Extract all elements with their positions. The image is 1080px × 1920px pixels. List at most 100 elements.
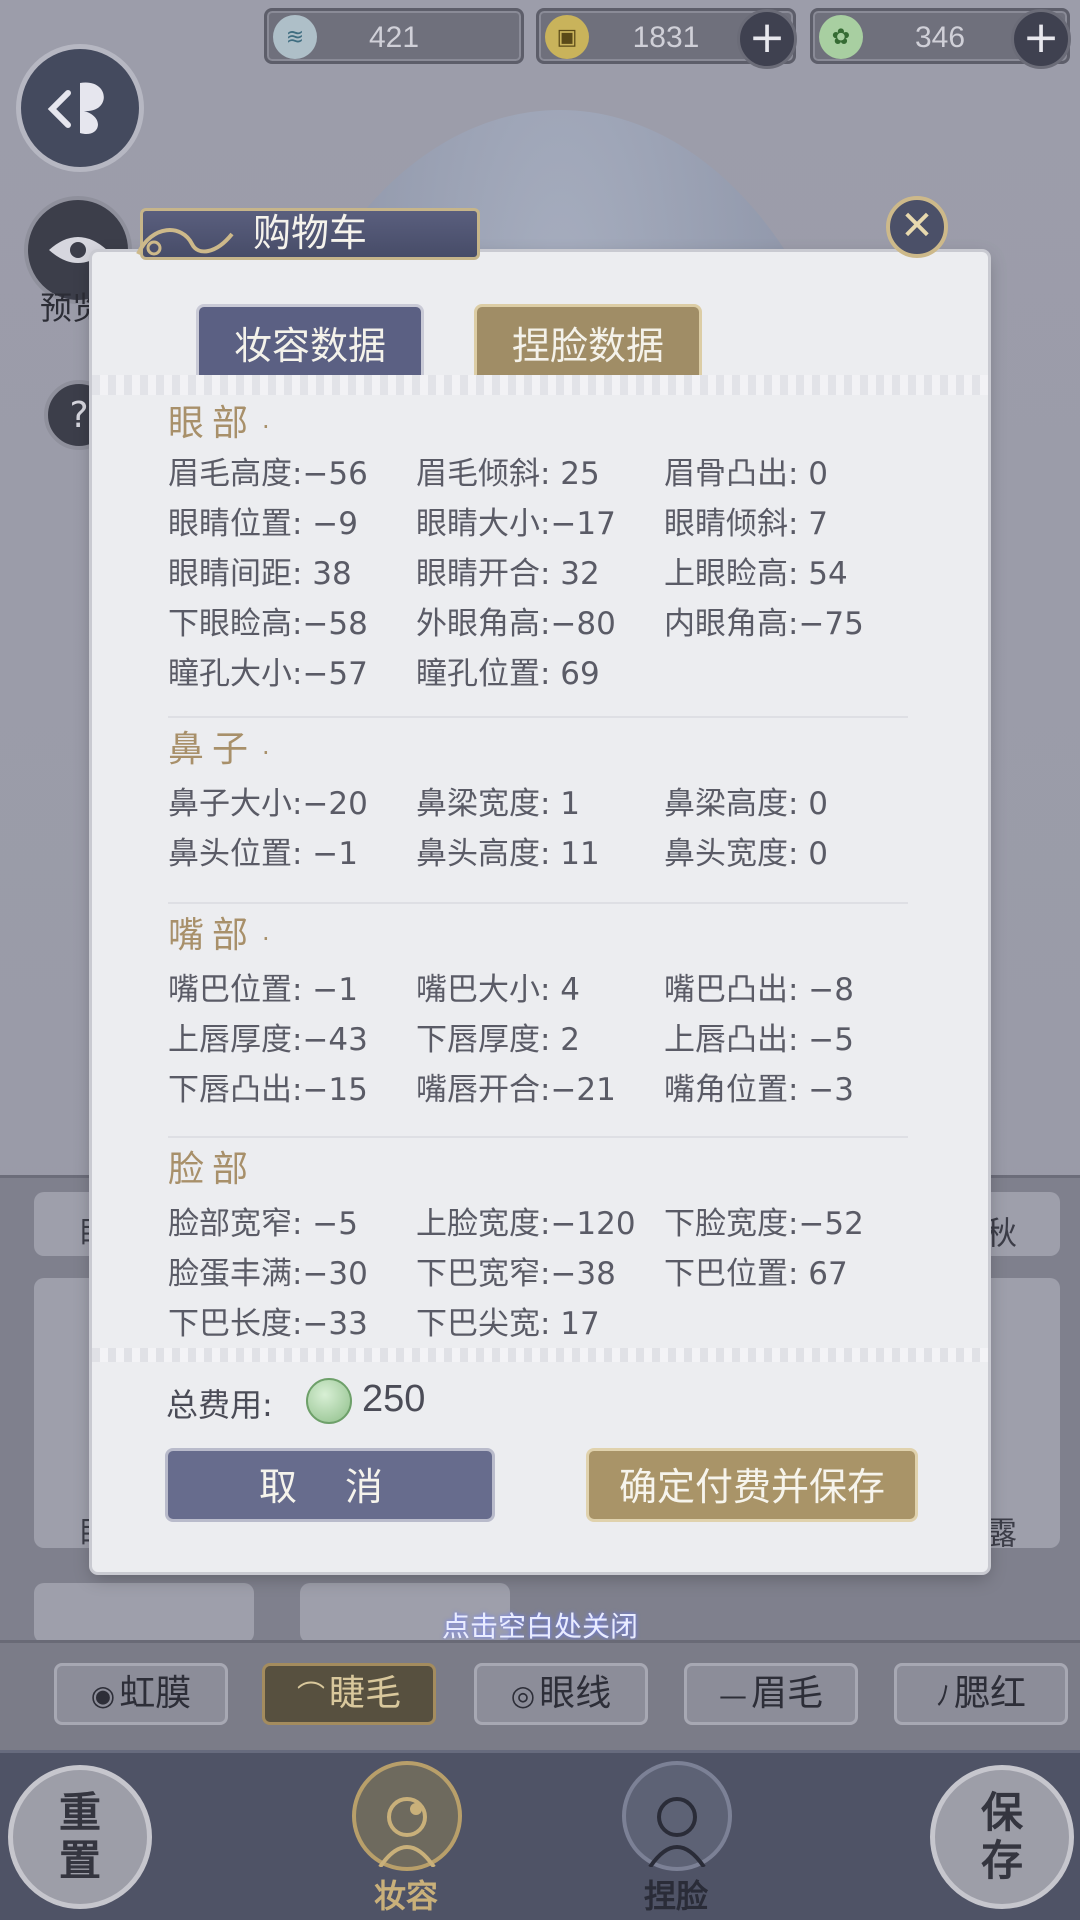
data-cell: 眼睛倾斜: 7: [664, 506, 829, 542]
data-cell: 眉骨凸出: 0: [664, 456, 829, 492]
save-button[interactable]: 保 存: [930, 1765, 1074, 1909]
category-label: 睫毛: [329, 1673, 402, 1714]
reset-label-2: 置: [58, 1836, 101, 1885]
eyelash-icon: ⌒: [296, 1679, 325, 1712]
data-row: 瞳孔大小:−57 瞳孔位置: 69: [168, 648, 948, 698]
data-cell: 内眼角高:−75: [664, 606, 864, 642]
copper-coin-icon: ▣: [545, 15, 589, 59]
section-title-face: 脸部: [168, 1149, 257, 1190]
eyeliner-icon: ◎: [510, 1679, 536, 1712]
data-cell: 眼睛开合: 32: [416, 556, 600, 592]
reset-button[interactable]: 重 置: [8, 1765, 152, 1909]
confirm-pay-save-button[interactable]: 确定付费并保存: [586, 1448, 918, 1522]
bg-card-label: 秋: [985, 1214, 1018, 1252]
data-cell: 下唇厚度: 2: [416, 1022, 581, 1058]
data-row: 嘴巴位置: −1 嘴巴大小: 4 嘴巴凸出: −8: [168, 964, 948, 1014]
data-cell: 嘴巴大小: 4: [416, 972, 581, 1008]
data-cell: 上唇凸出: −5: [664, 1022, 854, 1058]
makeup-nav-label: 妆容: [374, 1877, 439, 1915]
data-cell: 上眼睑高: 54: [664, 556, 848, 592]
data-row: 下眼睑高:−58 外眼角高:−80 内眼角高:−75: [168, 598, 948, 648]
save-label-1: 保: [980, 1788, 1023, 1837]
data-row: 眼睛间距: 38 眼睛开合: 32 上眼睑高: 54: [168, 548, 948, 598]
currency-value: 1831: [632, 21, 700, 54]
data-cell: 眼睛位置: −9: [168, 506, 358, 542]
data-row: 下唇凸出:−15 嘴唇开合:−21 嘴角位置: −3: [168, 1064, 948, 1114]
data-cell: 嘴角位置: −3: [664, 1072, 854, 1108]
currency-value: 421: [368, 21, 420, 54]
data-cell: 下巴尖宽: 17: [416, 1306, 600, 1342]
total-cost-label: 总费用:: [166, 1386, 273, 1424]
category-tab-iris[interactable]: ◉ 虹膜: [54, 1663, 228, 1725]
title-ornament-icon: [136, 228, 234, 256]
section-title-mouth: 嘴部 ·: [168, 915, 278, 956]
data-row: 眉毛高度:−56 眉毛倾斜: 25 眉骨凸出: 0: [168, 448, 948, 498]
category-label: 腮红: [954, 1673, 1027, 1714]
currency-jade: ≋ 421: [264, 8, 524, 64]
data-row: 脸蛋丰满:−30 下巴宽窄:−38 下巴位置: 67: [168, 1248, 948, 1298]
category-label: 眉毛: [750, 1673, 823, 1714]
category-tab-eyebrow[interactable]: — 眉毛: [684, 1663, 858, 1725]
data-cell: 上脸宽度:−120: [416, 1206, 636, 1242]
data-cell: 嘴巴凸出: −8: [664, 972, 854, 1008]
data-cell: 鼻头高度: 11: [416, 836, 600, 872]
category-tab-blush[interactable]: ﾉ腮红: [894, 1663, 1068, 1725]
data-cell: 眼睛大小:−17: [416, 506, 616, 542]
close-icon: ✕: [900, 203, 934, 249]
section-divider: [168, 1136, 908, 1138]
section-divider: [168, 716, 908, 718]
data-row: 鼻头位置: −1 鼻头高度: 11 鼻头宽度: 0: [168, 828, 948, 878]
makeup-figure-icon: [378, 1797, 436, 1867]
bottom-nav: 重 置 妆容 捏脸 保 存: [0, 1750, 1080, 1920]
eyebrow-icon: —: [718, 1679, 747, 1712]
reset-label-1: 重: [58, 1788, 101, 1837]
add-green-token-button[interactable]: +: [1011, 9, 1071, 69]
data-cell: 眉毛倾斜: 25: [416, 456, 600, 492]
bg-card-label: 露: [985, 1514, 1018, 1552]
face-data-list[interactable]: 眼部 · 眉毛高度:−56 眉毛倾斜: 25 眉骨凸出: 0 眼睛位置: −9 眼…: [92, 392, 988, 1348]
face-figure-icon: [648, 1797, 706, 1867]
data-cell: 脸部宽窄: −5: [168, 1206, 358, 1242]
data-cell: 眉毛高度:−56: [168, 456, 368, 492]
category-label: 虹膜: [119, 1673, 192, 1714]
data-cell: 下眼睑高:−58: [168, 606, 368, 642]
cancel-button[interactable]: 取 消: [165, 1448, 495, 1522]
blush-icon: ﾉ: [935, 1679, 950, 1712]
footer-divider: [92, 1348, 988, 1362]
face-nav-label: 捏脸: [644, 1877, 709, 1915]
face-nav-button[interactable]: [622, 1761, 732, 1871]
tab-face-data[interactable]: 捏脸数据: [474, 304, 702, 380]
close-button[interactable]: ✕: [886, 196, 948, 258]
data-cell: 下唇凸出:−15: [168, 1072, 368, 1108]
question-icon: ?: [69, 394, 89, 436]
green-token-icon: [306, 1378, 352, 1424]
save-label-2: 存: [980, 1836, 1023, 1885]
currency-value: 346: [914, 21, 966, 54]
data-cell: 瞳孔位置: 69: [416, 656, 600, 692]
data-row: 下巴长度:−33 下巴尖宽: 17: [168, 1298, 948, 1348]
data-cell: 鼻梁宽度: 1: [416, 786, 581, 822]
data-cell: 鼻头宽度: 0: [664, 836, 829, 872]
data-row: 脸部宽窄: −5 上脸宽度:−120 下脸宽度:−52: [168, 1198, 948, 1248]
tab-makeup-data[interactable]: 妆容数据: [196, 304, 424, 380]
butterfly-back-icon: [47, 82, 104, 135]
total-cost-value: 250: [362, 1378, 426, 1420]
currency-green: ✿ 346 +: [810, 8, 1071, 69]
add-copper-button[interactable]: +: [737, 9, 797, 69]
section-divider: [168, 902, 908, 904]
category-label: 眼线: [539, 1673, 612, 1714]
data-cell: 嘴巴位置: −1: [168, 972, 358, 1008]
back-button[interactable]: [16, 44, 144, 172]
category-tab-eyelash[interactable]: ⌒ 睫毛: [262, 1663, 436, 1725]
data-row: 鼻子大小:−20 鼻梁宽度: 1 鼻梁高度: 0: [168, 778, 948, 828]
data-cell: 上唇厚度:−43: [168, 1022, 368, 1058]
makeup-nav-button[interactable]: [352, 1761, 462, 1871]
jade-coin-icon: ≋: [273, 15, 317, 59]
data-cell: 外眼角高:−80: [416, 606, 616, 642]
category-tab-eyeliner[interactable]: ◎ 眼线: [474, 1663, 648, 1725]
data-cell: 下巴位置: 67: [664, 1256, 848, 1292]
data-cell: 眼睛间距: 38: [168, 556, 352, 592]
section-title-nose: 鼻子 ·: [168, 729, 278, 770]
data-cell: 鼻梁高度: 0: [664, 786, 829, 822]
makeup-category-bar: ◉ 虹膜 ⌒ 睫毛 ◎ 眼线 — 眉毛 ﾉ腮红: [0, 1640, 1080, 1750]
